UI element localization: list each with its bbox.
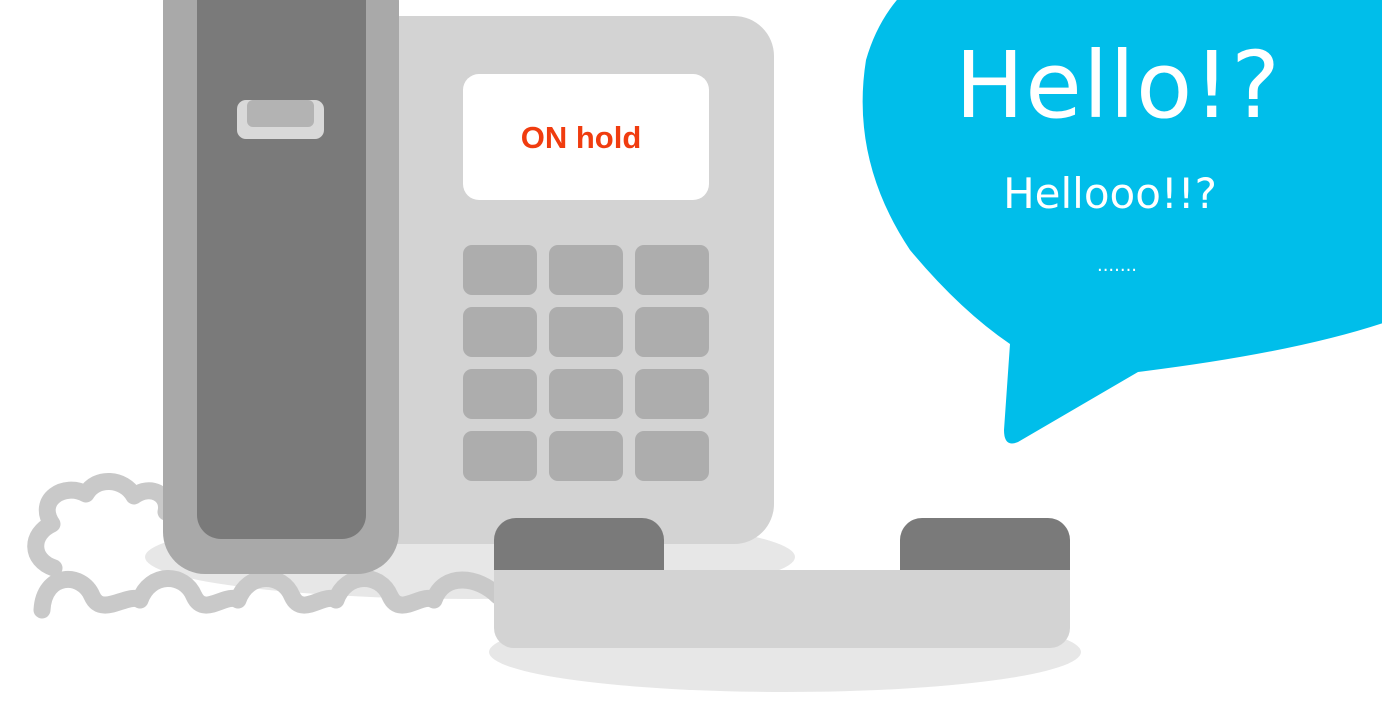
keypad-key[interactable]: [635, 245, 709, 295]
hook-switch-inner: [247, 100, 314, 127]
keypad-key[interactable]: [635, 307, 709, 357]
keypad-key[interactable]: [463, 307, 537, 357]
bubble-line-3: .......: [1097, 255, 1137, 276]
keypad-key[interactable]: [463, 431, 537, 481]
receiver-handle-top: [494, 570, 1070, 596]
bubble-line-1: Hello!?: [955, 32, 1281, 139]
bubble-line-2: Hellooo!!?: [1003, 169, 1217, 218]
keypad-key[interactable]: [635, 369, 709, 419]
keypad-key[interactable]: [549, 369, 623, 419]
keypad-key[interactable]: [463, 245, 537, 295]
keypad-key[interactable]: [549, 245, 623, 295]
keypad-key[interactable]: [549, 431, 623, 481]
cradle-inner: [197, 0, 366, 539]
keypad-key[interactable]: [549, 307, 623, 357]
phone-on-hold-illustration: ON hold Hello!? Hellooo!!? .......: [27, 0, 1382, 692]
keypad-key[interactable]: [463, 369, 537, 419]
receiver[interactable]: [494, 518, 1070, 648]
display-text: ON hold: [521, 120, 642, 155]
keypad-key[interactable]: [635, 431, 709, 481]
